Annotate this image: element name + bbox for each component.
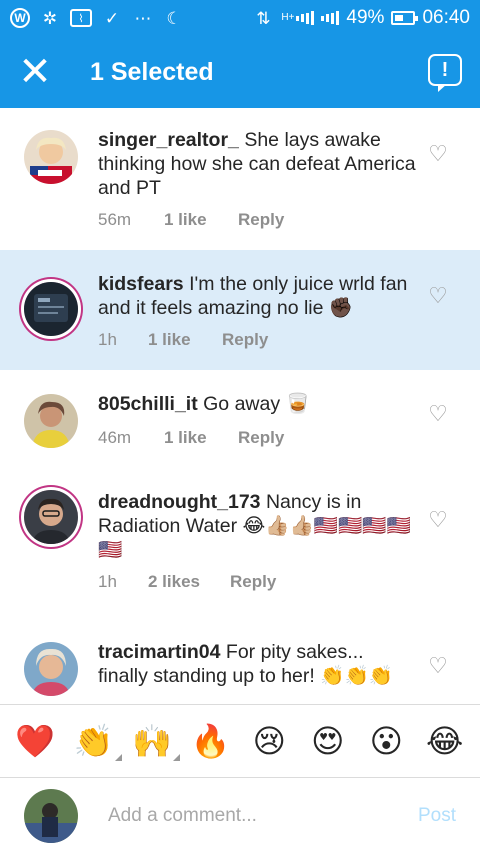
comment-username[interactable]: singer_realtor_	[98, 129, 239, 151]
laughing-emoji-button[interactable]: 😂	[421, 717, 469, 765]
crying-emoji-button[interactable]: 😢	[245, 717, 293, 765]
comment-composer: Post	[0, 778, 480, 854]
moon-icon: ☾	[166, 8, 182, 28]
comment-item[interactable]: 805chilli_it Go away 🥃 46m 1 like Reply …	[0, 370, 480, 470]
signal-icon: H+	[281, 10, 315, 26]
fire-emoji-button[interactable]: 🔥	[187, 717, 235, 765]
comment-time: 1h	[98, 330, 117, 349]
comment-likes[interactable]: 1 like	[164, 428, 238, 448]
heart-icon[interactable]: ♡	[424, 140, 452, 168]
comment-item[interactable]: dreadnought_173 Nancy is in Radiation Wa…	[0, 470, 480, 616]
reply-button[interactable]: Reply	[230, 572, 276, 592]
comment-meta: 46m 1 like Reply	[98, 428, 284, 448]
reply-button[interactable]: Reply	[222, 330, 268, 350]
comment-text: singer_realtor_ She lays awake thinking …	[98, 128, 416, 200]
comment-item[interactable]: tracimartin04 For pity sakes... finally …	[0, 616, 480, 704]
heart-icon[interactable]: ♡	[424, 282, 452, 310]
page-title: 1 Selected	[90, 57, 214, 86]
avatar[interactable]	[24, 394, 78, 448]
avatar[interactable]	[24, 130, 78, 184]
comment-username[interactable]: kidsfears	[98, 273, 184, 295]
comment-meta: 1h 2 likes Reply	[98, 572, 276, 592]
heart-icon[interactable]: ♡	[424, 400, 452, 428]
comment-item[interactable]: singer_realtor_ She lays awake thinking …	[0, 108, 480, 250]
avatar[interactable]	[24, 282, 78, 336]
status-time: 06:40	[422, 7, 470, 28]
comment-meta: 1h 1 like Reply	[98, 330, 268, 350]
heart-emoji-button[interactable]: ❤️	[11, 717, 59, 765]
post-button[interactable]: Post	[418, 805, 456, 827]
comment-likes[interactable]: 1 like	[164, 210, 238, 230]
avatar[interactable]	[24, 642, 78, 696]
comment-text: tracimartin04 For pity sakes... finally …	[98, 640, 416, 688]
avatar[interactable]	[24, 490, 78, 544]
activity-icon: ⌇	[70, 9, 92, 27]
comment-time: 56m	[98, 210, 132, 229]
comment-list[interactable]: singer_realtor_ She lays awake thinking …	[0, 108, 480, 704]
comment-text: 805chilli_it Go away 🥃	[98, 392, 416, 416]
more-dots-icon: ⋯	[134, 8, 152, 28]
comment-username[interactable]: 805chilli_it	[98, 393, 198, 415]
comment-input[interactable]	[108, 805, 398, 827]
comment-item[interactable]: kidsfears I'm the only juice wrld fan an…	[0, 250, 480, 370]
signal-icon	[321, 10, 340, 26]
wordpress-icon: W	[10, 8, 30, 28]
battery-percent: 49%	[346, 7, 385, 28]
surprised-emoji-button[interactable]: 😮	[362, 717, 410, 765]
battery-icon	[391, 11, 419, 25]
comment-time: 1h	[98, 572, 117, 591]
heart-icon[interactable]: ♡	[424, 506, 452, 534]
reply-button[interactable]: Reply	[238, 210, 284, 230]
data-transfer-icon: ⇅	[256, 8, 271, 28]
avatar	[24, 789, 78, 843]
raised-hands-emoji-button[interactable]: 🙌	[128, 717, 181, 765]
comment-username[interactable]: dreadnought_173	[98, 491, 261, 513]
comment-meta: 56m 1 like Reply	[98, 210, 284, 230]
heart-icon[interactable]: ♡	[424, 652, 452, 680]
download-done-icon: ✓	[104, 8, 120, 28]
report-icon[interactable]: !	[428, 54, 462, 92]
emoji-quick-bar: ❤️ 👏 🙌 🔥 😢 😍 😮 😂	[0, 704, 480, 778]
comment-body: Go away 🥃	[203, 393, 310, 415]
comment-likes[interactable]: 2 likes	[148, 572, 230, 592]
close-icon[interactable]: ✕	[0, 36, 70, 108]
comment-text: dreadnought_173 Nancy is in Radiation Wa…	[98, 490, 416, 562]
reply-button[interactable]: Reply	[238, 428, 284, 448]
comment-text: kidsfears I'm the only juice wrld fan an…	[98, 272, 416, 320]
comment-likes[interactable]: 1 like	[148, 330, 222, 350]
heart-eyes-emoji-button[interactable]: 😍	[304, 717, 352, 765]
comment-username[interactable]: tracimartin04	[98, 641, 220, 663]
selection-app-bar: ✕ 1 Selected !	[0, 36, 480, 108]
comment-time: 46m	[98, 428, 132, 447]
network-type-label: H+	[281, 12, 295, 23]
shutter-icon: ✲	[42, 8, 58, 28]
status-bar: W ✲ ⌇ ✓ ⋯ ☾ ⇅ H+ 49% 06:40	[0, 0, 480, 36]
clap-emoji-button[interactable]: 👏	[70, 717, 122, 765]
